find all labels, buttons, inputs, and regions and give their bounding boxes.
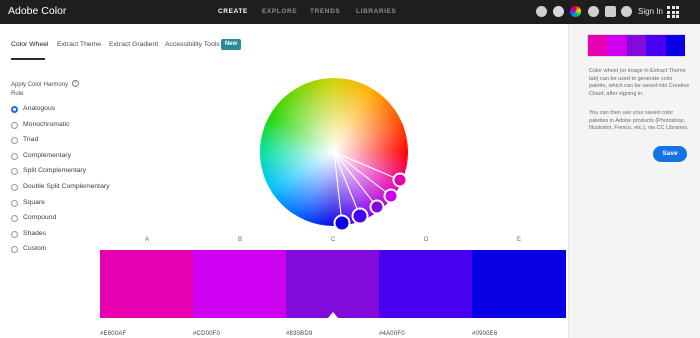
- harmony-rule-label: Compound: [23, 214, 57, 221]
- handle-a[interactable]: [392, 172, 408, 188]
- nav-create[interactable]: CREATE: [218, 8, 248, 15]
- swatch-e[interactable]: [472, 250, 566, 318]
- hex-c[interactable]: #830BD9: [286, 331, 312, 337]
- swatch-label-e: E: [517, 237, 522, 243]
- sign-in-link[interactable]: Sign In: [638, 7, 663, 16]
- swatch-d[interactable]: [379, 250, 472, 318]
- palette-swatches: [100, 250, 566, 318]
- swatch-label-b: B: [238, 237, 243, 243]
- mini-palette-preview: [587, 34, 685, 57]
- hex-b[interactable]: #CD00F0: [193, 331, 220, 337]
- radio-button[interactable]: [11, 168, 18, 175]
- selected-swatch-marker-icon: [328, 312, 338, 318]
- nav-libraries[interactable]: LIBRARIES: [356, 8, 396, 15]
- swatch-b[interactable]: [193, 250, 286, 318]
- handle-d[interactable]: [351, 207, 369, 225]
- apps-grid-icon[interactable]: [667, 6, 679, 18]
- radio-button[interactable]: [11, 106, 18, 113]
- hex-a[interactable]: #E600AF: [100, 331, 126, 337]
- harmony-title: Apply Color Harmony Rule: [11, 82, 69, 97]
- radio-button[interactable]: [11, 122, 18, 129]
- cc-icon[interactable]: [553, 6, 564, 17]
- hex-d[interactable]: #4A00F0: [379, 331, 405, 337]
- harmony-rule-label: Square: [23, 199, 45, 206]
- hex-e[interactable]: #0900E6: [472, 331, 497, 337]
- tab-accessibility-tools[interactable]: Accessibility Tools: [165, 41, 220, 48]
- harmony-rule-label: Monochromatic: [23, 121, 70, 128]
- color-wheel-svg[interactable]: [260, 76, 408, 236]
- side-info-text-1: Color wheel (or image in Extract Theme t…: [589, 68, 690, 97]
- swatch-label-a: A: [145, 237, 150, 243]
- nav-explore[interactable]: EXPLORE: [262, 8, 297, 15]
- handle-c[interactable]: [369, 199, 385, 215]
- swatch-c[interactable]: [286, 250, 379, 318]
- tab-extract-theme[interactable]: Extract Theme: [57, 41, 101, 48]
- harmony-rule-label: Split Complementary: [23, 167, 87, 174]
- swatch-a[interactable]: [100, 250, 193, 318]
- swatch-label-c: C: [331, 237, 336, 243]
- handle-b[interactable]: [383, 188, 399, 204]
- harmony-rule-label: Double Split Complementary: [23, 183, 110, 190]
- feedback-icon[interactable]: [605, 6, 616, 17]
- harmony-rule-label: Triad: [23, 136, 39, 143]
- color-wheel[interactable]: [260, 76, 408, 236]
- harmony-rule-label: Complementary: [23, 152, 71, 159]
- new-badge: New: [221, 39, 241, 50]
- radio-button[interactable]: [11, 200, 18, 207]
- tab-extract-gradient[interactable]: Extract Gradient: [109, 41, 158, 48]
- save-button[interactable]: Save: [653, 146, 687, 162]
- app-logo[interactable]: Adobe Color: [8, 5, 66, 17]
- top-bar: Adobe Color CREATE EXPLORE TRENDS LIBRAR…: [0, 0, 700, 24]
- harmony-rule-label: Analogous: [23, 105, 56, 112]
- settings-icon[interactable]: [536, 6, 547, 17]
- color-wheel-icon[interactable]: [570, 6, 581, 17]
- harmony-rule-label: Shades: [23, 230, 47, 237]
- radio-button[interactable]: [11, 231, 18, 238]
- tab-bar: Color Wheel Extract Theme Extract Gradie…: [0, 24, 568, 63]
- info-icon[interactable]: i: [72, 80, 79, 87]
- tab-color-wheel[interactable]: Color Wheel: [11, 41, 48, 48]
- radio-button[interactable]: [11, 184, 18, 191]
- help-icon[interactable]: [588, 6, 599, 17]
- radio-button[interactable]: [11, 215, 18, 222]
- swatch-label-d: D: [424, 237, 429, 243]
- radio-button[interactable]: [11, 137, 18, 144]
- active-tab-indicator: [11, 58, 45, 60]
- notification-icon[interactable]: [621, 6, 632, 17]
- radio-button[interactable]: [11, 153, 18, 160]
- harmony-rule-label: Custom: [23, 245, 47, 252]
- side-info-text-2: You can then use your saved color palett…: [589, 110, 689, 131]
- nav-trends[interactable]: TRENDS: [310, 8, 340, 15]
- handle-e[interactable]: [333, 214, 351, 232]
- radio-button[interactable]: [11, 246, 18, 253]
